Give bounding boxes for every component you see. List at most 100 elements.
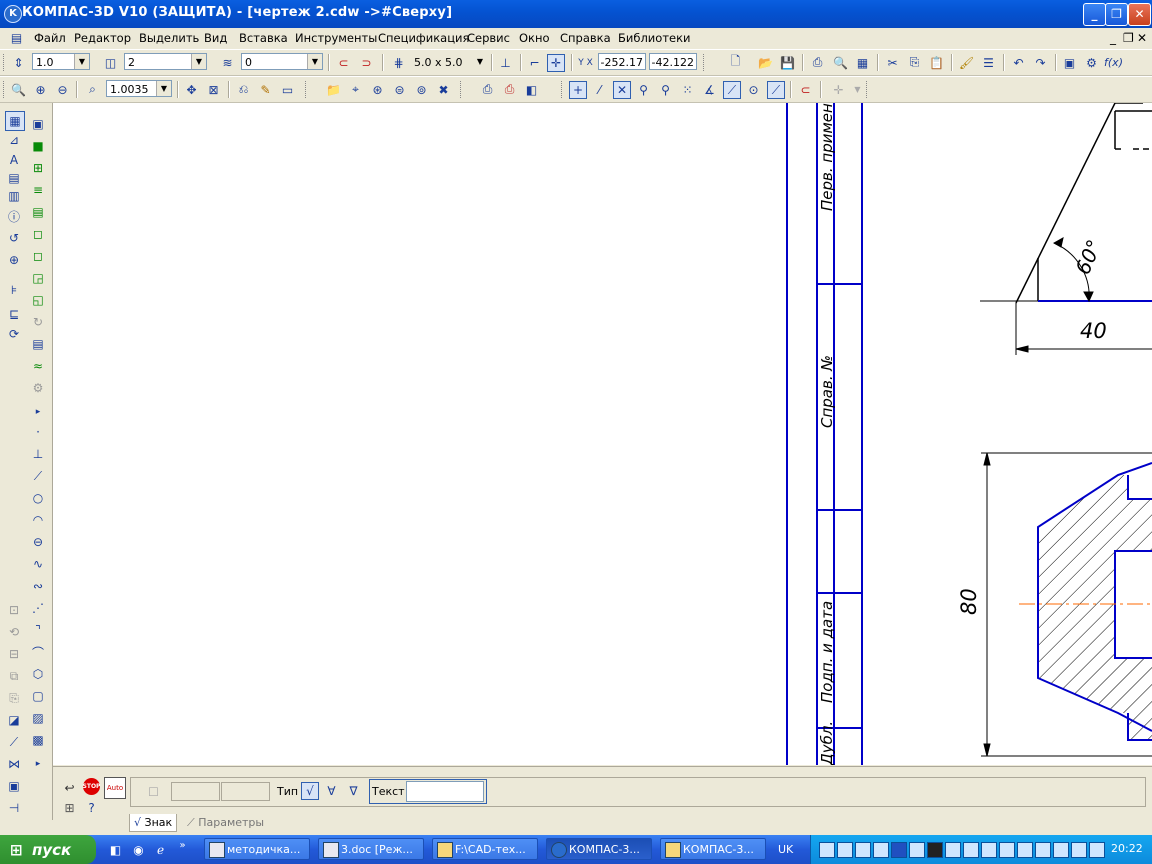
print-layer-icon[interactable]: ⎙ xyxy=(479,81,496,98)
spline-icon[interactable]: ∿ xyxy=(29,555,47,573)
layer-icon[interactable]: ◫ xyxy=(102,54,119,71)
spec-panel-icon[interactable]: ⊧ xyxy=(5,281,23,299)
toolbar-grip[interactable] xyxy=(305,81,309,98)
layer-print-icon[interactable]: ⎙ xyxy=(501,81,518,98)
zoom-window-icon[interactable]: 🔍 xyxy=(10,81,27,98)
hatch-icon[interactable]: ▨ xyxy=(29,709,47,727)
fill-area-icon[interactable]: ▩ xyxy=(29,731,47,749)
dimensions-panel-icon[interactable]: ⊿ xyxy=(5,131,23,149)
tray-icon-13[interactable] xyxy=(1035,842,1051,858)
menu-select[interactable]: Выделить xyxy=(139,31,199,45)
frame-icon[interactable]: ▭ xyxy=(279,81,296,98)
text-checkbox-icon[interactable]: ☐ xyxy=(145,783,162,800)
layer-select[interactable]: 2 ▼ xyxy=(124,53,207,70)
tools-icon[interactable]: ✖ xyxy=(435,81,452,98)
fill-icon[interactable]: ◧ xyxy=(523,81,540,98)
tray-icon-1[interactable] xyxy=(819,842,835,858)
quicklaunch-desktop-icon[interactable]: ◧ xyxy=(107,841,124,858)
toolbar-grip[interactable] xyxy=(866,81,870,98)
edit-mirror-icon[interactable]: ⧉ xyxy=(5,667,23,685)
view-break-icon[interactable]: ◻ xyxy=(29,247,47,265)
volume-icon[interactable] xyxy=(1071,842,1087,858)
task-3doc[interactable]: 3.doc [Реж... xyxy=(318,838,424,860)
text-input[interactable] xyxy=(406,781,484,802)
edit-scale-icon[interactable]: ⊟ xyxy=(5,645,23,663)
zoom-out-icon[interactable]: ⊖ xyxy=(54,81,71,98)
help-icon[interactable]: ? xyxy=(83,799,100,816)
edit-copy-icon[interactable]: ⎘ xyxy=(5,689,23,707)
task-metodichka[interactable]: методичка... xyxy=(204,838,310,860)
snap-magnet-icon[interactable]: ⊂ xyxy=(797,81,814,98)
tray-icon-2[interactable] xyxy=(837,842,853,858)
toolbar-grip[interactable] xyxy=(3,54,7,71)
layout-icon[interactable]: ⊞ xyxy=(61,799,78,816)
toolbar-grip[interactable] xyxy=(460,81,464,98)
toolbar-grip[interactable] xyxy=(3,81,7,98)
point-icon[interactable]: · xyxy=(29,423,47,441)
tray-icon-8[interactable] xyxy=(945,842,961,858)
paste-icon[interactable]: 📋 xyxy=(928,54,945,71)
bezier-icon[interactable]: ∾ xyxy=(29,577,47,595)
quicklaunch-more-icon[interactable]: » xyxy=(174,837,191,854)
mdi-restore[interactable]: ❐ xyxy=(1123,31,1134,45)
network-icon[interactable] xyxy=(1089,842,1105,858)
tray-icon-14[interactable] xyxy=(1053,842,1069,858)
pan-icon[interactable]: ✥ xyxy=(183,81,200,98)
copy-icon[interactable]: ⎘ xyxy=(906,54,923,71)
snap-angle-icon[interactable]: ∡ xyxy=(701,81,718,98)
menu-insert[interactable]: Вставка xyxy=(239,31,288,45)
view-projection-icon[interactable]: ⊞ xyxy=(29,159,47,177)
insert-panel-icon[interactable]: ⟳ xyxy=(5,325,23,343)
snap-tangent-icon[interactable]: ⚲ xyxy=(657,81,674,98)
panel-expand-icon[interactable]: ▸ xyxy=(29,755,47,773)
panel-expand-icon[interactable]: ▸ xyxy=(29,403,47,421)
tray-icon-4[interactable] xyxy=(873,842,889,858)
edit-split-icon[interactable]: ▣ xyxy=(5,777,23,795)
snap-end-icon[interactable]: ⁄ xyxy=(591,81,608,98)
save-icon[interactable]: 💾 xyxy=(779,54,796,71)
menu-help[interactable]: Справка xyxy=(560,31,611,45)
task-kompas-active[interactable]: КОМПАС-3... xyxy=(546,838,652,860)
menu-file[interactable]: Файл xyxy=(34,31,66,45)
menu-specification[interactable]: Спецификация xyxy=(378,31,469,45)
snap-center-icon[interactable]: ⊙ xyxy=(745,81,762,98)
pin-icon[interactable]: ↩ xyxy=(61,779,78,796)
circle-icon[interactable]: ○ xyxy=(29,489,47,507)
edit-deform-icon[interactable]: ◪ xyxy=(5,711,23,729)
refresh-icon[interactable]: ⎌ xyxy=(235,81,252,98)
aux-line-icon[interactable]: ⊥ xyxy=(29,445,47,463)
grid-step-select[interactable]: 5.0 x 5.0 ▼ xyxy=(410,53,488,70)
menu-service[interactable]: Сервис xyxy=(467,31,510,45)
edit-trim-icon[interactable]: ⟋ xyxy=(5,733,23,751)
measure-panel-icon[interactable]: ⓘ xyxy=(5,207,23,225)
segment-icon[interactable]: ⟋ xyxy=(29,467,47,485)
properties-icon[interactable]: ▦ xyxy=(854,54,871,71)
view-local-icon[interactable]: ◻ xyxy=(29,225,47,243)
edit-rotate-icon[interactable]: ⟲ xyxy=(5,623,23,641)
edit-extend-icon[interactable]: ⊣ xyxy=(5,799,23,817)
disabled-field-2[interactable] xyxy=(221,782,270,801)
grid-icon[interactable]: ⋕ xyxy=(390,54,407,71)
tray-icon-9[interactable] xyxy=(963,842,979,858)
view-rotate-icon[interactable]: ↻ xyxy=(29,313,47,331)
select-icon[interactable]: ⊚ xyxy=(413,81,430,98)
kompas-app-icon[interactable]: K xyxy=(4,5,22,23)
pencil-icon[interactable]: ✎ xyxy=(257,81,274,98)
coord-x-field[interactable]: -252.17 xyxy=(598,53,646,70)
find-icon[interactable]: ⊛ xyxy=(369,81,386,98)
snap-middle-icon[interactable]: ⟋ xyxy=(723,81,741,99)
snap-point-icon[interactable]: + xyxy=(569,81,587,99)
report-panel-icon[interactable]: ⊑ xyxy=(5,305,23,323)
scale-select[interactable]: 1.0 ▼ xyxy=(32,53,90,70)
stop-button[interactable]: STOP xyxy=(83,778,100,795)
task-cad-folder[interactable]: F:\CAD-тех... xyxy=(432,838,538,860)
parametrization-panel-icon[interactable]: ▥ xyxy=(5,187,23,205)
view-layers-icon[interactable]: ≡ xyxy=(29,181,47,199)
snap-along-icon[interactable]: ⟋ xyxy=(767,81,785,99)
tray-icon-12[interactable] xyxy=(1017,842,1033,858)
undo-icon[interactable]: ↶ xyxy=(1010,54,1027,71)
tray-icon-11[interactable] xyxy=(999,842,1015,858)
menu-window[interactable]: Окно xyxy=(519,31,550,45)
style-select[interactable]: 0 ▼ xyxy=(241,53,323,70)
ortho-icon[interactable]: ⊥ xyxy=(497,54,514,71)
